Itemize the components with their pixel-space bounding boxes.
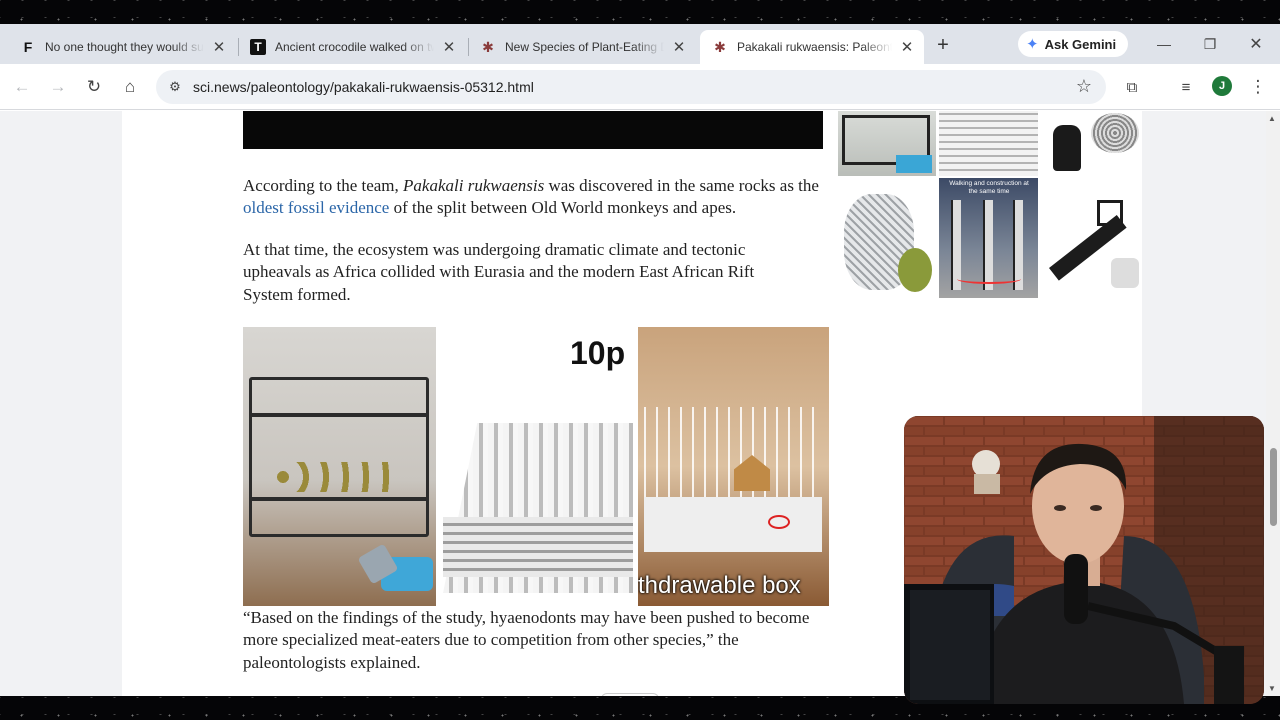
tab-active[interactable]: ✱ Pakakali rukwaensis: Paleontologists ✕	[700, 30, 924, 64]
close-icon[interactable]: ✕	[670, 38, 688, 56]
ad-thumb-stilts[interactable]: Walking and construction at the same tim…	[939, 178, 1038, 298]
scroll-down-arrow-icon[interactable]: ▼	[1268, 684, 1276, 693]
text-run: of the split between Old World monkeys a…	[389, 198, 737, 218]
new-tab-button[interactable]: +	[932, 34, 954, 56]
scroll-up-arrow-icon[interactable]: ▲	[1268, 114, 1276, 123]
forbes-favicon-icon: F	[23, 39, 33, 55]
ad-pet-cage-image[interactable]	[243, 327, 436, 606]
species-name: Pakakali rukwaensis	[403, 176, 545, 195]
video-player-bottom[interactable]	[243, 111, 823, 149]
close-icon[interactable]: ✕	[898, 38, 916, 56]
page-scrollbar[interactable]: ▲ ▼	[1266, 111, 1280, 696]
close-window-button[interactable]: ✕	[1236, 32, 1276, 56]
ad-thumb-gloves-mesh[interactable]	[1041, 111, 1140, 176]
tab-1[interactable]: F No one thought they would survive ✕	[8, 30, 236, 64]
browser-toolbar: ← → ↻ ⌂ ⚙ sci.news/paleontology/pakakali…	[0, 64, 1280, 110]
tab-2[interactable]: T Ancient crocodile walked on two legs ✕	[238, 30, 466, 64]
article-paragraph: According to the team, Pakakali rukwaens…	[243, 175, 833, 220]
gemini-sparkle-icon: ✦	[1026, 36, 1039, 53]
ad-thumb-sheets[interactable]	[939, 111, 1038, 176]
gemini-label: Ask Gemini	[1044, 36, 1117, 52]
text-run: According to the team,	[243, 176, 404, 195]
restore-button[interactable]: ❐	[1190, 32, 1230, 56]
sci-news-favicon-icon: ✱	[714, 38, 726, 55]
ad-thumb-wire-roll[interactable]	[838, 178, 936, 298]
ad-roof-sheet-image[interactable]: 10p	[439, 327, 635, 606]
url-text: sci.news/paleontology/pakakali-rukwaensi…	[193, 79, 534, 95]
oldest-fossil-link[interactable]: oldest fossil evidence	[243, 198, 389, 217]
banner-ad[interactable]: 10p thdrawable box	[243, 327, 829, 606]
tab-3[interactable]: ✱ New Species of Plant-Eating Dinosaur ✕	[468, 30, 696, 64]
scroll-to-top-button[interactable]: ︿	[601, 693, 659, 696]
article-paragraph: “Based on the findings of the study, hya…	[243, 608, 810, 672]
ad-thumb-cage[interactable]	[838, 111, 936, 176]
forward-arrow-icon[interactable]: →	[46, 75, 70, 99]
bookmark-star-icon[interactable]: ☆	[1076, 76, 1092, 97]
tab-strip: F No one thought they would survive ✕ T …	[0, 24, 1280, 64]
tab-title: Pakakali rukwaensis: Paleontologists	[737, 40, 892, 54]
ad-text-bottom: thdrawable box	[638, 572, 801, 599]
ad-thumb-ramp[interactable]	[1041, 178, 1140, 298]
tab-title: New Species of Plant-Eating Dinosaur	[505, 40, 664, 54]
address-bar[interactable]: ⚙ sci.news/paleontology/pakakali-rukwaen…	[156, 70, 1106, 104]
home-icon[interactable]: ⌂	[118, 75, 142, 99]
tab-title: No one thought they would survive	[45, 40, 204, 54]
minimize-button[interactable]: —	[1144, 32, 1184, 56]
close-icon[interactable]: ✕	[440, 38, 458, 56]
webcam-overlay	[904, 416, 1264, 704]
ad-text-top: 10p	[570, 335, 626, 371]
webcam-feed-image	[904, 416, 1264, 704]
lens-search-icon[interactable]: ⧉	[1120, 75, 1144, 99]
ad-hamster-cage-image[interactable]: thdrawable box	[638, 327, 829, 606]
tab-title: Ancient crocodile walked on two legs	[275, 40, 434, 54]
independent-favicon-icon: T	[250, 39, 266, 55]
media-controls-icon[interactable]: ≡	[1174, 75, 1198, 99]
ask-gemini-button[interactable]: ✦ Ask Gemini	[1018, 31, 1129, 57]
text-run: was discovered in the same rocks as the	[544, 176, 819, 195]
sci-news-favicon-icon: ✱	[482, 38, 494, 55]
profile-avatar[interactable]: J	[1212, 76, 1232, 96]
sidebar-ad-grid[interactable]: Walking and construction at the same tim…	[838, 111, 1140, 298]
site-info-icon[interactable]: ⚙	[166, 78, 184, 96]
menu-kebab-icon[interactable]: ⋮	[1246, 75, 1270, 99]
article-paragraph: At that time, the ecosystem was undergoi…	[243, 240, 755, 304]
close-icon[interactable]: ✕	[210, 38, 228, 56]
reload-icon[interactable]: ↻	[82, 75, 106, 99]
back-arrow-icon[interactable]: ←	[10, 75, 34, 99]
scrollbar-thumb[interactable]	[1270, 448, 1277, 526]
ad-caption: Walking and construction at the same tim…	[949, 180, 1029, 195]
